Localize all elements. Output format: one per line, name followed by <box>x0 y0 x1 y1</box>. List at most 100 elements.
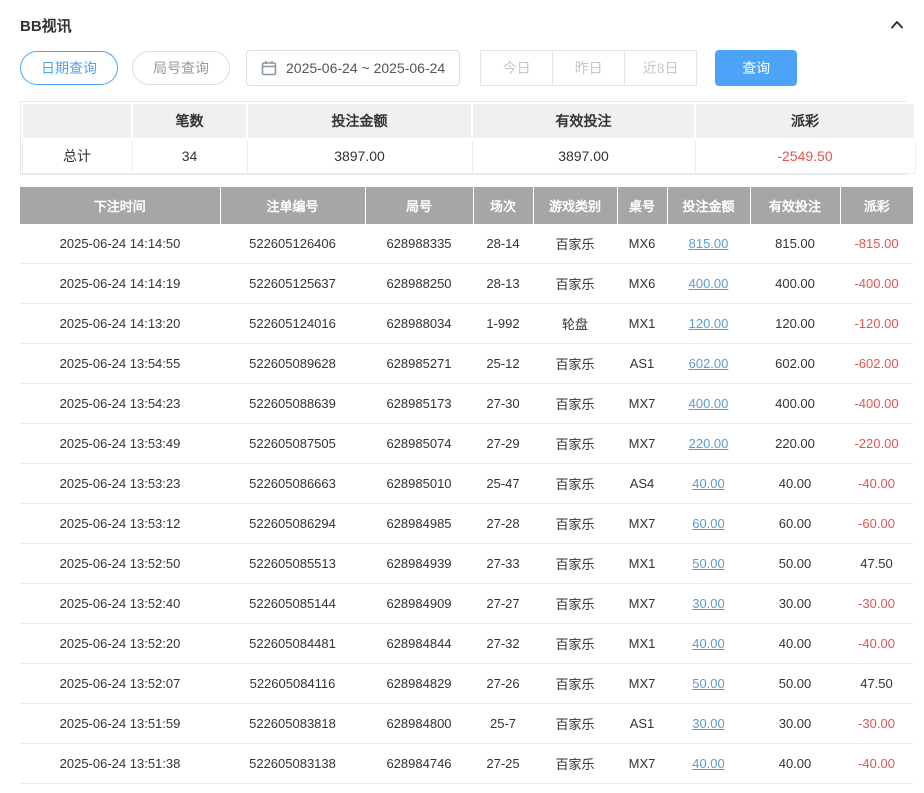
cell-payout: -40.00 <box>840 744 913 784</box>
cell-game-type: 百家乐 <box>533 264 617 304</box>
bet-table-header-cell: 游戏类别 <box>533 187 617 224</box>
bet-table-header-cell: 场次 <box>473 187 533 224</box>
cell-order-number: 522605086294 <box>220 504 365 544</box>
cell-payout: 47.50 <box>840 544 913 584</box>
cell-payout: -40.00 <box>840 624 913 664</box>
cell-game-type: 百家乐 <box>533 664 617 704</box>
cell-session: 27-30 <box>473 384 533 424</box>
bet-amount-link[interactable]: 50.00 <box>692 676 725 691</box>
table-row: 2025-06-24 13:52:40522605085144628984909… <box>20 584 913 624</box>
cell-game-type: 百家乐 <box>533 344 617 384</box>
table-row: 2025-06-24 13:52:20522605084481628984844… <box>20 624 913 664</box>
cell-valid-bet: 50.00 <box>750 544 840 584</box>
bet-amount-link[interactable]: 40.00 <box>692 756 725 771</box>
bet-amount-link[interactable]: 30.00 <box>692 716 725 731</box>
table-row: 2025-06-24 13:54:55522605089628628985271… <box>20 344 913 384</box>
cell-table-number: AS1 <box>617 344 667 384</box>
cell-table-number: MX6 <box>617 264 667 304</box>
bet-amount-link[interactable]: 602.00 <box>689 356 729 371</box>
bet-amount-link[interactable]: 400.00 <box>689 396 729 411</box>
cell-payout: -40.00 <box>840 464 913 504</box>
summary-header-cell: 笔数 <box>132 103 247 139</box>
cell-session: 25-47 <box>473 464 533 504</box>
cell-order-number: 522605084481 <box>220 624 365 664</box>
cell-order-number: 522605126406 <box>220 224 365 264</box>
cell-bet-time: 2025-06-24 13:53:49 <box>20 424 220 464</box>
cell-session: 28-14 <box>473 224 533 264</box>
title-bar: BB视讯 <box>20 8 906 42</box>
cell-bet-time: 2025-06-24 13:52:50 <box>20 544 220 584</box>
bet-amount-link[interactable]: 40.00 <box>692 636 725 651</box>
cell-valid-bet: 30.00 <box>750 704 840 744</box>
cell-session: 27-33 <box>473 544 533 584</box>
bet-amount-link[interactable]: 120.00 <box>689 316 729 331</box>
cell-table-number: MX1 <box>617 624 667 664</box>
cell-payout: 47.50 <box>840 664 913 704</box>
tab-round-query[interactable]: 局号查询 <box>132 51 230 85</box>
cell-session: 25-7 <box>473 704 533 744</box>
cell-valid-bet: 40.00 <box>750 464 840 504</box>
bet-table-header-row: 下注时间注单编号局号场次游戏类别桌号投注金额有效投注派彩 <box>20 187 913 224</box>
bet-amount-link[interactable]: 60.00 <box>692 516 725 531</box>
cell-order-number: 522605083138 <box>220 744 365 784</box>
cell-round-number: 628988335 <box>365 224 473 264</box>
cell-valid-bet: 815.00 <box>750 224 840 264</box>
cell-table-number: AS4 <box>617 464 667 504</box>
bb-video-panel: BB视讯 日期查询 局号查询 2025-06-24 ~ 2025-06-24 今… <box>0 0 924 784</box>
cell-payout: -400.00 <box>840 264 913 304</box>
cell-game-type: 百家乐 <box>533 504 617 544</box>
cell-valid-bet: 400.00 <box>750 384 840 424</box>
today-button[interactable]: 今日 <box>480 50 553 86</box>
cell-payout: -220.00 <box>840 424 913 464</box>
bet-amount-link[interactable]: 400.00 <box>689 276 729 291</box>
cell-valid-bet: 120.00 <box>750 304 840 344</box>
cell-valid-bet: 40.00 <box>750 744 840 784</box>
bet-amount-link[interactable]: 220.00 <box>689 436 729 451</box>
cell-bet-time: 2025-06-24 14:14:50 <box>20 224 220 264</box>
bet-amount-link[interactable]: 40.00 <box>692 476 725 491</box>
search-button[interactable]: 查询 <box>715 50 797 86</box>
bet-table-header-cell: 派彩 <box>840 187 913 224</box>
cell-bet-amount: 400.00 <box>667 384 750 424</box>
cell-bet-amount: 400.00 <box>667 264 750 304</box>
cell-game-type: 百家乐 <box>533 424 617 464</box>
collapse-button[interactable] <box>888 16 906 34</box>
bet-table-header-cell: 桌号 <box>617 187 667 224</box>
table-row: 2025-06-24 13:53:49522605087505628985074… <box>20 424 913 464</box>
date-range-input[interactable]: 2025-06-24 ~ 2025-06-24 <box>246 50 460 86</box>
table-row: 2025-06-24 13:53:23522605086663628985010… <box>20 464 913 504</box>
cell-order-number: 522605083818 <box>220 704 365 744</box>
cell-order-number: 522605089628 <box>220 344 365 384</box>
last-8-days-button[interactable]: 近8日 <box>624 50 697 86</box>
cell-table-number: MX1 <box>617 304 667 344</box>
yesterday-button[interactable]: 昨日 <box>552 50 625 86</box>
cell-session: 27-25 <box>473 744 533 784</box>
cell-bet-amount: 50.00 <box>667 664 750 704</box>
cell-valid-bet: 60.00 <box>750 504 840 544</box>
cell-round-number: 628985010 <box>365 464 473 504</box>
cell-bet-time: 2025-06-24 13:53:12 <box>20 504 220 544</box>
cell-game-type: 百家乐 <box>533 224 617 264</box>
cell-bet-amount: 30.00 <box>667 584 750 624</box>
cell-bet-amount: 30.00 <box>667 704 750 744</box>
summary-bet-amount: 3897.00 <box>247 139 472 173</box>
bet-amount-link[interactable]: 815.00 <box>689 236 729 251</box>
tab-date-query[interactable]: 日期查询 <box>20 51 118 85</box>
cell-round-number: 628988034 <box>365 304 473 344</box>
cell-table-number: MX7 <box>617 664 667 704</box>
date-range-value: 2025-06-24 ~ 2025-06-24 <box>286 60 445 76</box>
bet-amount-link[interactable]: 50.00 <box>692 556 725 571</box>
cell-game-type: 百家乐 <box>533 624 617 664</box>
table-row: 2025-06-24 13:53:12522605086294628984985… <box>20 504 913 544</box>
bet-amount-link[interactable]: 30.00 <box>692 596 725 611</box>
summary-valid-bet: 3897.00 <box>472 139 695 173</box>
cell-bet-amount: 40.00 <box>667 464 750 504</box>
cell-bet-time: 2025-06-24 13:54:23 <box>20 384 220 424</box>
calendar-icon <box>261 60 277 76</box>
cell-table-number: MX7 <box>617 504 667 544</box>
cell-game-type: 轮盘 <box>533 304 617 344</box>
cell-round-number: 628984844 <box>365 624 473 664</box>
page-title: BB视讯 <box>20 15 72 36</box>
cell-payout: -400.00 <box>840 384 913 424</box>
cell-valid-bet: 602.00 <box>750 344 840 384</box>
